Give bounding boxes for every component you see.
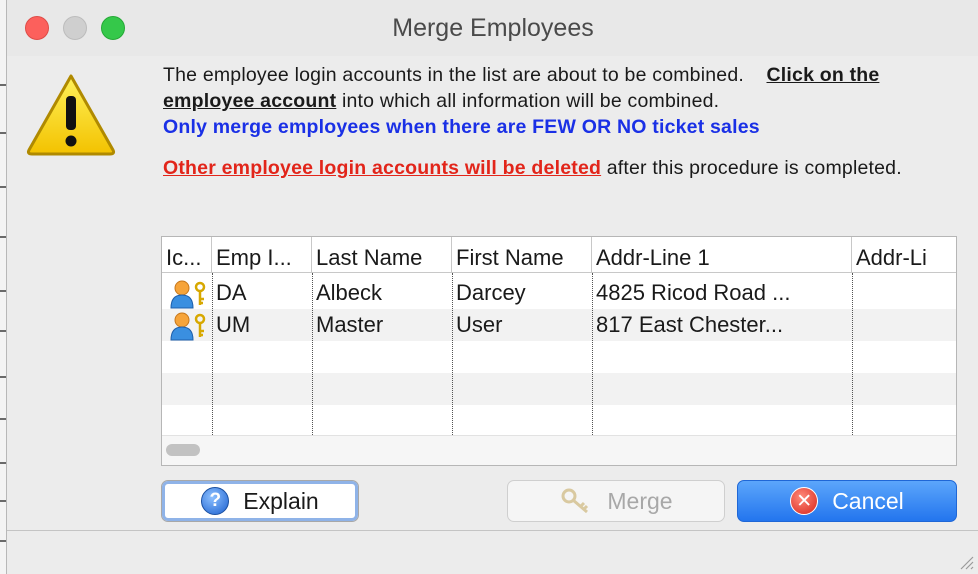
empty-row [162,341,956,373]
column-divider [312,273,313,435]
window-title: Merge Employees [392,14,594,42]
column-header-addr-line-1[interactable]: Addr-Line 1 [592,237,852,273]
cell-last-name: Albeck [316,280,383,305]
merge-employees-dialog: Merge Employees The employee login accou… [6,0,978,574]
column-divider [452,273,453,435]
help-icon: ? [201,487,230,515]
warning-icon [26,74,116,156]
employee-key-icon [170,280,206,309]
message-intro: The employee login accounts in the list … [163,64,745,86]
explain-button[interactable]: ? Explain [161,480,359,522]
column-header-last-name[interactable]: Last Name [312,237,452,273]
message-warning-red: Other employee login accounts will be de… [163,157,602,179]
merge-button[interactable]: Merge [507,480,725,522]
cell-addr-line-1: 4825 Ricod Road ... [596,280,791,305]
table-row[interactable]: DA Albeck Darcey 4825 Ricod Road ... [162,277,956,309]
column-header-first-name[interactable]: First Name [452,237,592,273]
employee-table[interactable]: Ic... Emp I... Last Name First Name Addr… [161,236,957,466]
cell-emp-id: UM [216,312,251,337]
key-icon [561,488,589,514]
cancel-button[interactable]: ✕ Cancel [737,480,957,522]
horizontal-scrollbar[interactable] [162,435,956,465]
message-instruction-end: into which all information will be combi… [341,90,720,112]
cancel-button-label: Cancel [832,487,904,514]
cell-addr-line-1: 817 East Chester... [596,312,784,337]
column-divider [212,273,213,435]
explain-button-label: Explain [243,487,319,514]
cell-last-name: Master [316,312,384,337]
cell-first-name: Darcey [456,280,526,305]
column-header-icon[interactable]: Ic... [162,237,212,273]
title-bar: Merge Employees [7,0,978,56]
cell-first-name: User [456,312,503,337]
empty-row [162,405,956,437]
footer-divider [7,530,978,531]
merge-button-label: Merge [607,487,673,514]
column-header-emp-id[interactable]: Emp I... [212,237,312,273]
employee-key-icon [170,312,206,341]
message-warning-blue: Only merge employees when there are FEW … [163,116,760,138]
resize-grip-icon[interactable] [956,552,974,570]
column-divider [852,273,853,435]
empty-row [162,373,956,405]
table-header: Ic... Emp I... Last Name First Name Addr… [162,237,956,273]
column-divider [592,273,593,435]
scrollbar-thumb[interactable] [166,444,200,456]
cell-emp-id: DA [216,280,247,305]
message-warning-red-end: after this procedure is completed. [606,157,902,179]
table-row[interactable]: UM Master User 817 East Chester... [162,309,956,341]
column-header-addr-line-2[interactable]: Addr-Li [852,237,956,273]
cancel-x-icon: ✕ [790,487,819,515]
merge-message: The employee login accounts in the list … [163,62,963,181]
